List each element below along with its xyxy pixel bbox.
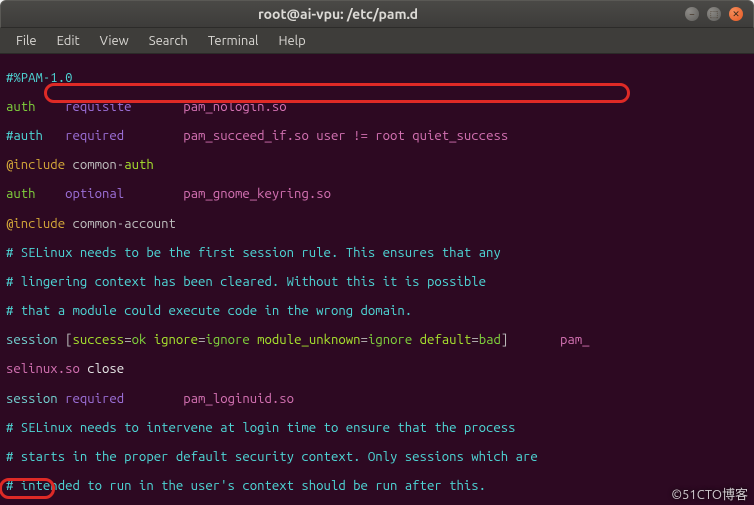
comment-selinux-2: # lingering context has been cleared. Wi… (6, 275, 750, 290)
comment-selinux-1: # SELinux needs to be the first session … (6, 246, 750, 261)
menu-bar: File Edit View Search Terminal Help (0, 28, 754, 54)
window-controls: – ⬚ ✕ (675, 7, 753, 21)
menu-file[interactable]: File (8, 32, 45, 50)
menu-terminal[interactable]: Terminal (200, 32, 267, 50)
watermark: ©51CTO博客 (671, 488, 748, 503)
close-button[interactable]: ✕ (729, 7, 743, 21)
window-titlebar: root@ai-vpu: /etc/pam.d – ⬚ ✕ (0, 0, 754, 28)
auth-optional-line: auth optional pam_gnome_keyring.so (6, 187, 750, 202)
menu-help[interactable]: Help (270, 32, 313, 50)
selinux-close-line: selinux.so close (6, 362, 750, 377)
comment-selinux-3: # that a module could execute code in th… (6, 304, 750, 319)
window-title: root@ai-vpu: /etc/pam.d (1, 6, 675, 22)
comment-selinux-4: # SELinux needs to intervene at login ti… (6, 421, 750, 436)
comment-selinux-5: # starts in the proper default security … (6, 450, 750, 465)
auth-required-commented-line: #auth required pam_succeed_if.so user !=… (6, 129, 750, 144)
menu-edit[interactable]: Edit (49, 32, 88, 50)
include-common-auth: @include common-auth (6, 158, 750, 173)
include-common-account: @include common-account (6, 217, 750, 232)
minimize-button[interactable]: – (685, 7, 699, 21)
session-bracket-1: session [success=ok ignore=ignore module… (6, 333, 750, 348)
menu-view[interactable]: View (92, 32, 137, 50)
terminal-viewport[interactable]: #%PAM-1.0 auth requisite pam_nologin.so … (0, 54, 754, 505)
comment-selinux-6: # intended to run in the user's context … (6, 479, 750, 494)
maximize-button[interactable]: ⬚ (707, 7, 721, 21)
auth-requisite-line: auth requisite pam_nologin.so (6, 100, 750, 115)
menu-search[interactable]: Search (141, 32, 196, 50)
pam-header: #%PAM-1.0 (6, 71, 750, 86)
session-required-loginuid: session required pam_loginuid.so (6, 392, 750, 407)
